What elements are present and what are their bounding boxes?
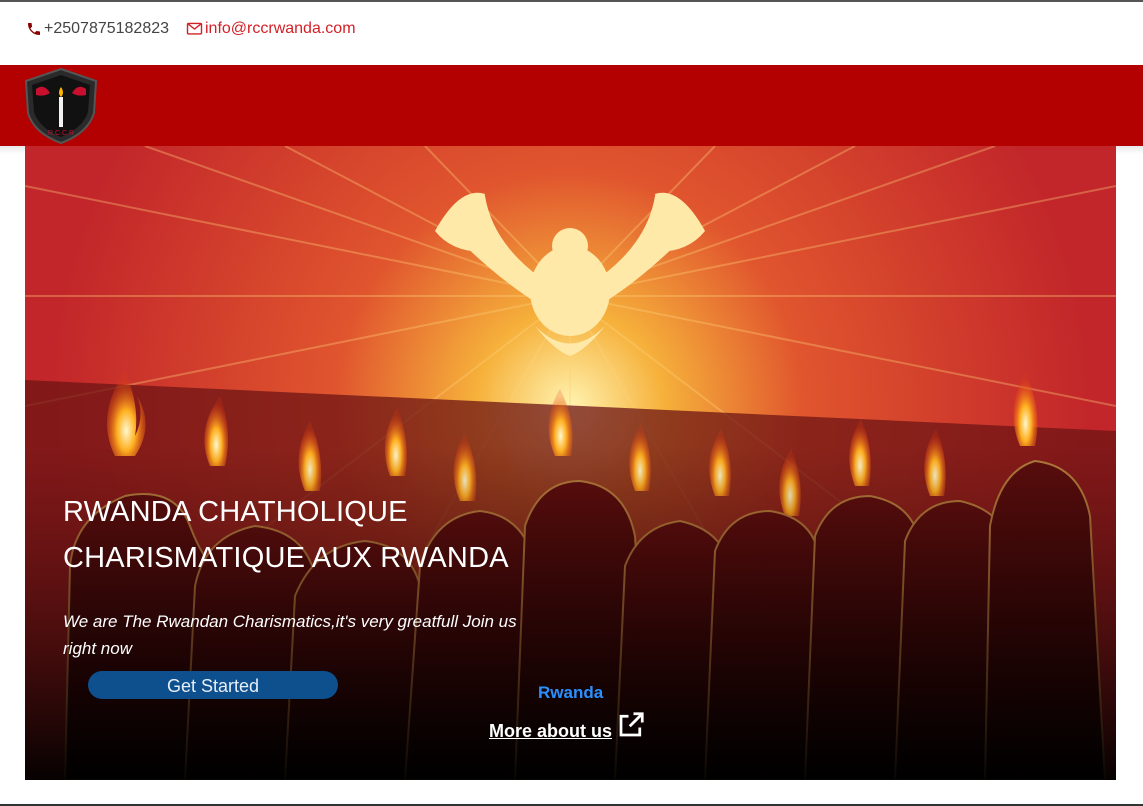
phone-number: +2507875182823 [44,20,170,37]
hero-title-line1: RWANDA CHATHOLIQUE [63,496,408,528]
hero-banner: RWANDA CHATHOLIQUE CHARISMATIQUE AUX RWA… [25,146,1116,780]
email-address: info@rccrwanda.com [205,20,356,37]
more-about-us-link[interactable]: More about us [489,710,646,742]
country-label: Rwanda [538,683,604,702]
shield-logo-icon: R.C.C.R [24,67,98,145]
contact-bar: +2507875182823 info@rccrwanda.com [0,2,1143,65]
hero-subtitle: We are The Rwandan Charismatics,it's ver… [63,612,517,658]
get-started-button[interactable]: Get Started [88,671,338,699]
svg-text:R.C.C.R: R.C.C.R [48,130,74,137]
email-link[interactable]: info@rccrwanda.com [186,20,356,38]
external-link-icon [619,712,644,737]
phone-link[interactable]: +2507875182823 [26,20,169,38]
hero-title-line2: CHARISMATIQUE AUX RWANDA [63,542,509,574]
envelope-icon [186,22,203,35]
hero-title: RWANDA CHATHOLIQUE CHARISMATIQUE AUX RWA… [63,489,583,581]
header-bar: R.C.C.R [0,65,1143,146]
phone-icon [28,23,40,35]
more-about-us-label: More about us [489,721,613,741]
